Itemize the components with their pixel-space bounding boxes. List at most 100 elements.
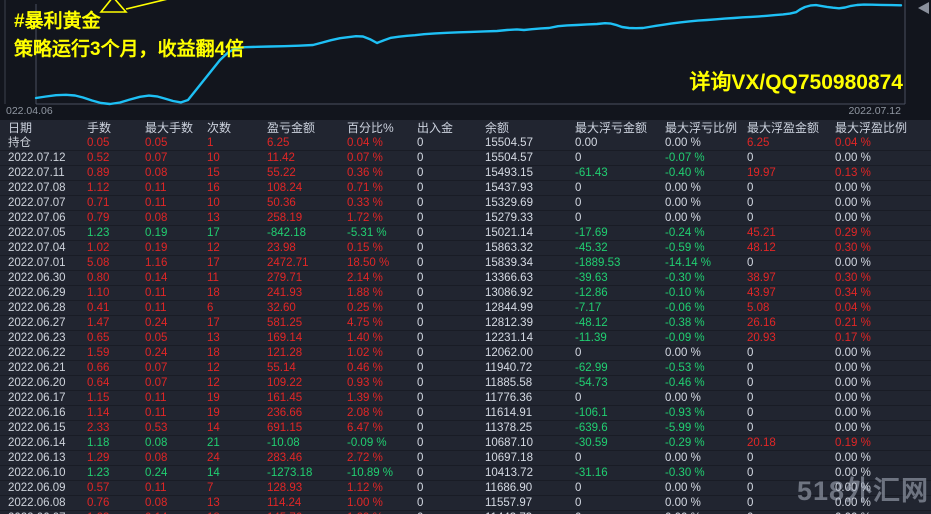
table-row[interactable]: 2022.07.120.520.071011.420.07 %015504.57… bbox=[0, 151, 931, 166]
cell-value: 0.79 bbox=[87, 211, 145, 225]
cell-value: 0.07 % bbox=[347, 151, 417, 165]
cell-value: 12812.39 bbox=[485, 316, 575, 330]
cell-value: 0.00 % bbox=[835, 346, 931, 360]
cell-value: 0.05 bbox=[145, 331, 207, 345]
cell-value: 0 bbox=[575, 211, 665, 225]
cell-value: 0 bbox=[417, 166, 485, 180]
table-row[interactable]: 2022.06.171.150.1119161.451.39 %011776.3… bbox=[0, 391, 931, 406]
cell-value: 0 bbox=[747, 211, 835, 225]
cell-value: 0.00 % bbox=[835, 256, 931, 270]
table-row[interactable]: 2022.06.280.410.11632.600.25 %012844.99-… bbox=[0, 301, 931, 316]
cell-value: -0.09 % bbox=[665, 331, 747, 345]
cell-value: 11885.58 bbox=[485, 376, 575, 390]
cell-value: 12844.99 bbox=[485, 301, 575, 315]
cell-value: 6.25 bbox=[747, 136, 835, 150]
table-row[interactable]: 2022.06.090.570.117128.931.12 %011686.90… bbox=[0, 481, 931, 496]
cell-value: 38.97 bbox=[747, 271, 835, 285]
cell-value: 0 bbox=[747, 196, 835, 210]
cell-value: 0.46 % bbox=[347, 361, 417, 375]
cell-value: 13 bbox=[207, 211, 267, 225]
cell-value: 43.97 bbox=[747, 286, 835, 300]
cell-value: 0 bbox=[747, 391, 835, 405]
cell-value: -0.38 % bbox=[665, 316, 747, 330]
cell-value: 21 bbox=[207, 436, 267, 450]
cell-value: 20.93 bbox=[747, 331, 835, 345]
cell-value: 0 bbox=[575, 151, 665, 165]
table-row[interactable]: 2022.06.161.140.1119236.662.08 %011614.9… bbox=[0, 406, 931, 421]
table-row[interactable]: 2022.07.041.020.191223.980.15 %015863.32… bbox=[0, 241, 931, 256]
cell-value: 15863.32 bbox=[485, 241, 575, 255]
cell-date: 2022.06.21 bbox=[8, 361, 87, 375]
cell-value: 15493.15 bbox=[485, 166, 575, 180]
table-row[interactable]: 2022.07.110.890.081555.220.36 %015493.15… bbox=[0, 166, 931, 181]
chart-end-date: 2022.07.12 bbox=[848, 105, 901, 117]
page-title: #暴利黄金 bbox=[14, 6, 101, 33]
cell-value: 0.08 bbox=[145, 436, 207, 450]
cell-value: 2.33 bbox=[87, 421, 145, 435]
table-row[interactable]: 持仓0.050.0516.250.04 %015504.570.000.00 %… bbox=[0, 136, 931, 151]
cell-value: 1.12 % bbox=[347, 481, 417, 495]
cell-value: 0.17 % bbox=[835, 331, 931, 345]
cell-value: -1889.53 bbox=[575, 256, 665, 270]
cell-value: 0 bbox=[747, 421, 835, 435]
cell-value: 18 bbox=[207, 346, 267, 360]
column-header: 最大手数 bbox=[145, 121, 207, 135]
table-row[interactable]: 2022.06.080.760.0813114.241.00 %011557.9… bbox=[0, 496, 931, 511]
cell-value: 1.10 bbox=[87, 286, 145, 300]
cell-value: 20.18 bbox=[747, 436, 835, 450]
cell-value: 2.14 % bbox=[347, 271, 417, 285]
cell-value: 0 bbox=[417, 331, 485, 345]
cell-value: 11378.25 bbox=[485, 421, 575, 435]
cell-date: 2022.07.06 bbox=[8, 211, 87, 225]
cell-value: -0.29 % bbox=[665, 436, 747, 450]
column-header: 余额 bbox=[485, 121, 575, 135]
table-row[interactable]: 2022.06.200.640.0712109.220.93 %011885.5… bbox=[0, 376, 931, 391]
table-row[interactable]: 2022.06.300.800.1411279.712.14 %013366.6… bbox=[0, 271, 931, 286]
table-row[interactable]: 2022.07.081.120.1116108.240.71 %015437.9… bbox=[0, 181, 931, 196]
cell-value: -1273.18 bbox=[267, 466, 347, 480]
cell-value: 19 bbox=[207, 406, 267, 420]
cell-value: -12.86 bbox=[575, 286, 665, 300]
table-row[interactable]: 2022.07.060.790.0813258.191.72 %015279.3… bbox=[0, 211, 931, 226]
cell-value: 45.21 bbox=[747, 226, 835, 240]
annotation-triangle-icon bbox=[101, 0, 172, 12]
table-row[interactable]: 2022.06.221.590.2418121.281.02 %012062.0… bbox=[0, 346, 931, 361]
cell-value: 0.93 % bbox=[347, 376, 417, 390]
table-row[interactable]: 2022.06.152.330.5314691.156.47 %011378.2… bbox=[0, 421, 931, 436]
cell-value: -0.46 % bbox=[665, 376, 747, 390]
cell-value: 0.19 % bbox=[835, 436, 931, 450]
cell-value: 0.00 % bbox=[665, 211, 747, 225]
table-row[interactable]: 2022.06.210.660.071255.140.46 %011940.72… bbox=[0, 361, 931, 376]
cell-value: 1.23 bbox=[87, 226, 145, 240]
table-row[interactable]: 2022.06.141.180.0821-10.08-0.09 %010687.… bbox=[0, 436, 931, 451]
cell-value: 15504.57 bbox=[485, 151, 575, 165]
cell-value: -639.6 bbox=[575, 421, 665, 435]
cell-value: 0 bbox=[575, 391, 665, 405]
cell-value: 5.08 bbox=[87, 256, 145, 270]
cell-value: 12 bbox=[207, 361, 267, 375]
cell-date: 2022.06.14 bbox=[8, 436, 87, 450]
cell-value: 12062.00 bbox=[485, 346, 575, 360]
scroll-marker-icon[interactable] bbox=[918, 2, 929, 14]
cell-value: 0.00 % bbox=[835, 361, 931, 375]
table-row[interactable]: 2022.07.051.230.1917-842.18-5.31 %015021… bbox=[0, 226, 931, 241]
cell-value: 114.24 bbox=[267, 496, 347, 510]
cell-value: 11940.72 bbox=[485, 361, 575, 375]
cell-value: 0 bbox=[417, 466, 485, 480]
cell-value: -5.99 % bbox=[665, 421, 747, 435]
table-row[interactable]: 2022.06.101.230.2414-1273.18-10.89 %0104… bbox=[0, 466, 931, 481]
cell-value: 109.22 bbox=[267, 376, 347, 390]
cell-value: 0.52 bbox=[87, 151, 145, 165]
table-row[interactable]: 2022.06.271.470.2417581.254.75 %012812.3… bbox=[0, 316, 931, 331]
cell-value: 0.00 % bbox=[835, 481, 931, 495]
table-row[interactable]: 2022.07.070.710.111050.360.33 %015329.69… bbox=[0, 196, 931, 211]
cell-value: 1.72 % bbox=[347, 211, 417, 225]
table-row[interactable]: 2022.07.015.081.16172472.7118.50 %015839… bbox=[0, 256, 931, 271]
cell-value: 0.19 bbox=[145, 241, 207, 255]
cell-value: -5.31 % bbox=[347, 226, 417, 240]
cell-date: 2022.06.22 bbox=[8, 346, 87, 360]
table-row[interactable]: 2022.06.291.100.1118241.931.88 %013086.9… bbox=[0, 286, 931, 301]
table-row[interactable]: 2022.06.131.290.0824283.462.72 %010697.1… bbox=[0, 451, 931, 466]
table-row[interactable]: 2022.06.230.650.0513169.141.40 %012231.1… bbox=[0, 331, 931, 346]
cell-value: 0.04 % bbox=[835, 301, 931, 315]
